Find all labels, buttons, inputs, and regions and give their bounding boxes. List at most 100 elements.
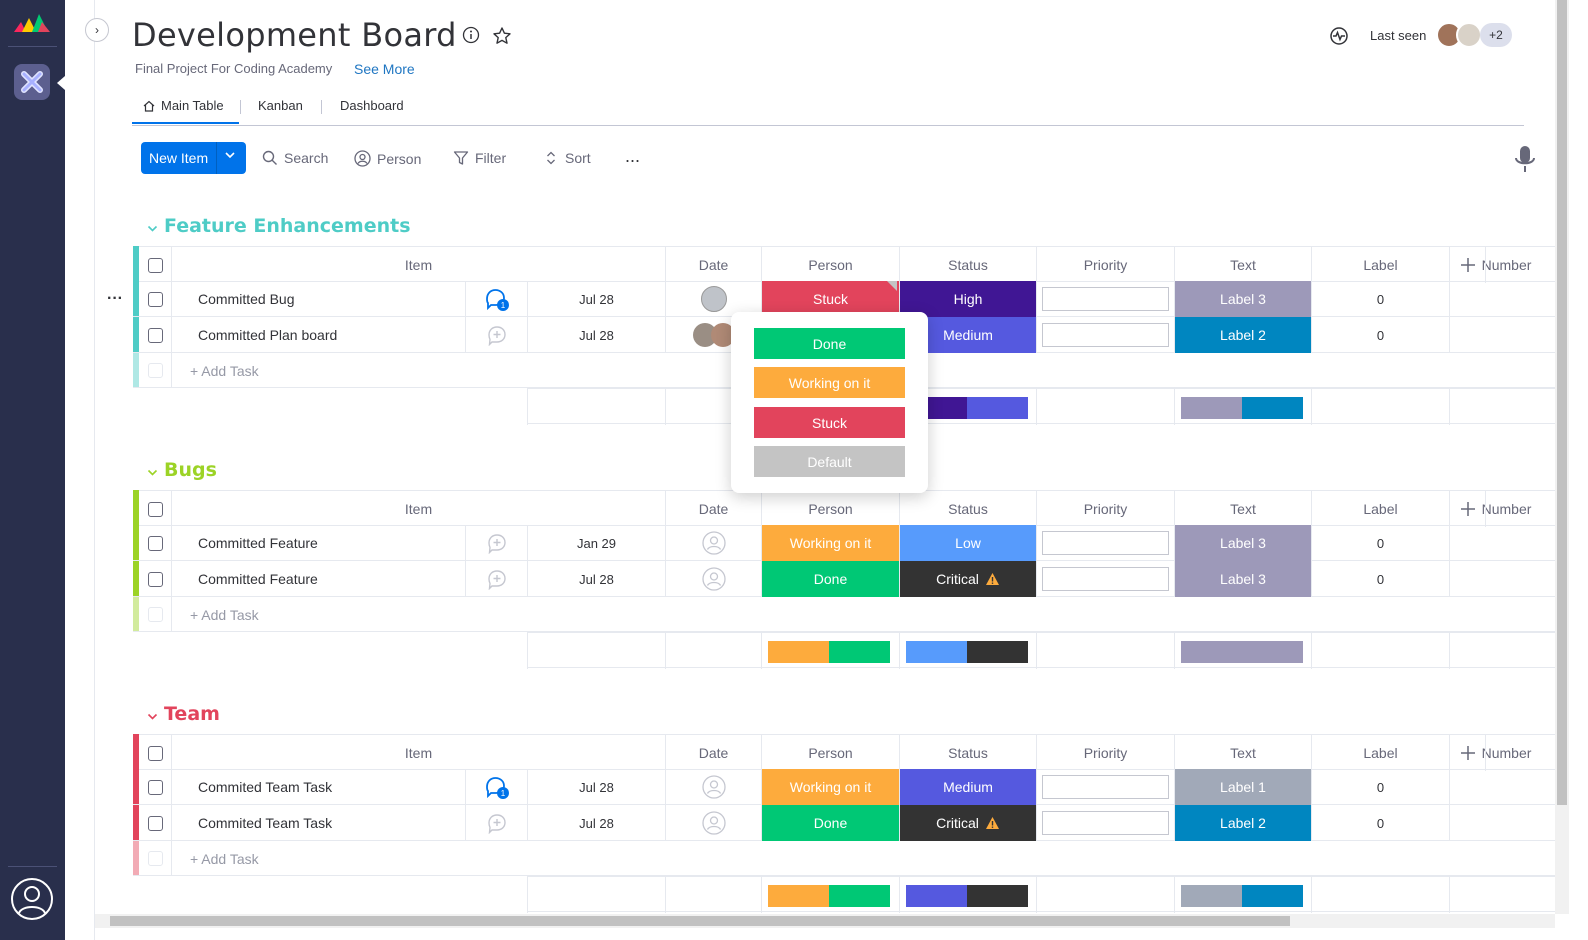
select-all-checkbox[interactable] [147,745,163,761]
sort-button[interactable]: Sort [543,150,591,166]
item-name[interactable]: Commited Team Task [172,779,332,795]
expand-sidebar-button[interactable]: › [85,18,109,42]
updates-cell[interactable] [465,525,527,561]
more-options-button[interactable]: ... [625,146,640,167]
item-cell[interactable]: Commited Team Task [171,769,465,805]
scrollbar-thumb[interactable] [1557,0,1567,805]
text-cell[interactable] [1036,525,1174,561]
scrollbar-thumb[interactable] [110,916,1290,926]
status-option-working[interactable]: Working on it [754,367,905,398]
item-name[interactable]: Committed Feature [172,535,318,551]
row-checkbox[interactable] [147,535,163,551]
column-header[interactable]: Date [665,735,761,771]
row-menu-button[interactable]: ··· [107,290,123,308]
table-row[interactable]: Commited Team Task 1 Jul 28 Working on it Me… [133,769,1563,805]
updates-cell[interactable] [465,561,527,597]
column-header[interactable]: Text [1174,491,1311,527]
text-input[interactable] [1042,775,1169,799]
table-row[interactable]: Committed Feature Jul 28 Done Critical Label… [133,561,1563,597]
person-filter-button[interactable]: Person [354,150,421,167]
date-cell[interactable]: Jul 28 [527,561,665,597]
updates-cell[interactable]: 1 [465,769,527,805]
add-column-button[interactable] [1449,735,1485,771]
text-cell[interactable] [1036,805,1174,841]
add-task-row[interactable]: + Add Task [133,597,1563,632]
new-item-button[interactable]: New Item [141,142,246,174]
group-title[interactable]: Feature Enhancements [164,215,411,237]
row-checkbox[interactable] [147,815,163,831]
status-option-done[interactable]: Done [754,328,905,359]
label-cell[interactable]: Label 2 [1174,317,1311,353]
group-title[interactable]: Team [164,703,220,725]
board-title[interactable]: Development Board [132,16,457,54]
select-all-checkbox[interactable] [147,501,163,517]
text-input[interactable] [1042,531,1169,555]
column-header[interactable]: Person [761,735,899,771]
horizontal-scrollbar[interactable] [95,914,1555,928]
tab-kanban[interactable]: Kanban [258,98,303,113]
select-all-checkbox[interactable] [147,257,163,273]
item-cell[interactable]: Committed Plan board [171,317,465,353]
label-cell[interactable]: Label 3 [1174,281,1311,317]
vertical-scrollbar[interactable] [1555,0,1569,914]
number-cell[interactable]: 0 [1311,769,1449,805]
column-header[interactable]: Label [1311,247,1449,283]
table-row[interactable]: Commited Team Task Jul 28 Done Critical Labe… [133,805,1563,841]
column-header[interactable]: Person [761,247,899,283]
priority-cell[interactable]: Medium [899,769,1036,805]
column-header[interactable]: Text [1174,247,1311,283]
filter-button[interactable]: Filter [453,150,506,166]
see-more-link[interactable]: See More [354,61,415,77]
item-name[interactable]: Committed Feature [172,571,318,587]
column-header[interactable]: Status [899,735,1036,771]
info-icon[interactable] [462,26,480,44]
item-cell[interactable]: Commited Team Task [171,805,465,841]
updates-cell[interactable]: 1 [465,281,527,317]
text-input[interactable] [1042,811,1169,835]
label-summary-bar[interactable] [1181,885,1303,907]
tab-dashboard[interactable]: Dashboard [340,98,404,113]
person-cell[interactable] [665,525,761,561]
chevron-down-icon[interactable] [147,711,158,725]
status-cell[interactable]: Working on it [761,769,899,805]
column-header[interactable]: Item [171,735,665,771]
status-cell[interactable]: Working on it [761,525,899,561]
text-cell[interactable] [1036,317,1174,353]
priority-cell[interactable]: Low [899,525,1036,561]
text-cell[interactable] [1036,769,1174,805]
priority-summary-bar[interactable] [906,641,1028,663]
label-summary-bar[interactable] [1181,397,1303,419]
person-cell[interactable] [665,561,761,597]
status-cell[interactable]: Done [761,561,899,597]
column-header[interactable]: Label [1311,491,1449,527]
status-cell[interactable]: Done [761,805,899,841]
status-option-default[interactable]: Default [754,446,905,477]
add-task-row[interactable]: + Add Task [133,841,1563,876]
microphone-icon[interactable] [1514,145,1536,173]
number-cell[interactable]: 0 [1311,317,1449,353]
number-cell[interactable]: 0 [1311,525,1449,561]
date-cell[interactable]: Jul 28 [527,805,665,841]
column-header[interactable]: Priority [1036,247,1174,283]
text-cell[interactable] [1036,281,1174,317]
add-task-input[interactable]: + Add Task [171,597,1563,632]
monday-logo[interactable] [12,10,52,34]
number-cell[interactable]: 0 [1311,281,1449,317]
profile-icon[interactable] [10,877,54,921]
status-summary-bar[interactable] [768,885,890,907]
column-header[interactable]: Priority [1036,735,1174,771]
label-cell[interactable]: Label 3 [1174,561,1311,597]
workspace-button[interactable] [14,64,50,100]
column-header[interactable]: Item [171,491,665,527]
row-checkbox[interactable] [147,779,163,795]
updates-cell[interactable] [465,317,527,353]
group-title[interactable]: Bugs [164,459,217,481]
activity-icon[interactable] [1329,26,1349,46]
item-cell[interactable]: Committed Bug [171,281,465,317]
more-avatars-badge[interactable]: +2 [1480,23,1512,47]
tab-main-table[interactable]: Main Table [142,98,224,113]
text-input[interactable] [1042,567,1169,591]
text-cell[interactable] [1036,561,1174,597]
date-cell[interactable]: Jul 28 [527,317,665,353]
last-seen-avatars[interactable]: +2 [1436,22,1512,48]
